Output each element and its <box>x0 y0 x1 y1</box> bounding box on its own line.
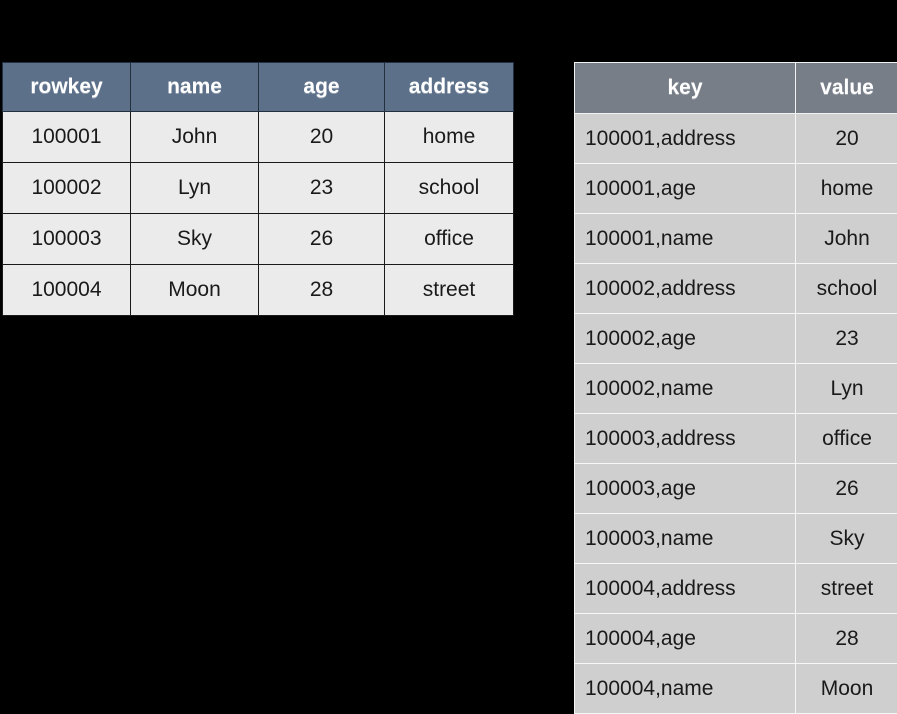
table-row: 100003,age 26 <box>575 464 897 514</box>
table-row: 100003,name Sky <box>575 514 897 564</box>
cell-rowkey: 100004 <box>3 265 131 316</box>
cell-age: 20 <box>259 112 385 163</box>
column-header-value: value <box>796 63 897 114</box>
cell-name: Moon <box>131 265 259 316</box>
cell-value: home <box>796 164 897 214</box>
cell-address: office <box>385 214 514 265</box>
column-header-key: key <box>575 63 796 114</box>
column-header-address: address <box>385 63 514 112</box>
table-row: 100001,age home <box>575 164 897 214</box>
cell-key: 100002,age <box>575 314 796 364</box>
cell-age: 26 <box>259 214 385 265</box>
cell-rowkey: 100003 <box>3 214 131 265</box>
cell-value: 28 <box>796 614 897 664</box>
keyvalue-table-body: 100001,address 20 100001,age home 100001… <box>575 114 897 714</box>
relational-row-table: rowkey name age address 100001 John 20 h… <box>2 62 514 316</box>
cell-key: 100001,age <box>575 164 796 214</box>
keyvalue-table-header: key value <box>575 63 897 114</box>
column-header-rowkey: rowkey <box>3 63 131 112</box>
cell-rowkey: 100002 <box>3 163 131 214</box>
cell-key: 100003,age <box>575 464 796 514</box>
cell-name: Lyn <box>131 163 259 214</box>
cell-key: 100002,name <box>575 364 796 414</box>
relational-table-header: rowkey name age address <box>3 63 514 112</box>
cell-key: 100001,address <box>575 114 796 164</box>
table-row: 100004,age 28 <box>575 614 897 664</box>
table-header-row: rowkey name age address <box>3 63 514 112</box>
cell-value: John <box>796 214 897 264</box>
table-row: 100003 Sky 26 office <box>3 214 514 265</box>
cell-name: John <box>131 112 259 163</box>
table-row: 100004 Moon 28 street <box>3 265 514 316</box>
cell-age: 23 <box>259 163 385 214</box>
cell-value: 20 <box>796 114 897 164</box>
cell-address: home <box>385 112 514 163</box>
cell-name: Sky <box>131 214 259 265</box>
table-row: 100004,address street <box>575 564 897 614</box>
cell-age: 28 <box>259 265 385 316</box>
table-row: 100002,address school <box>575 264 897 314</box>
cell-key: 100004,age <box>575 614 796 664</box>
cell-value: Sky <box>796 514 897 564</box>
column-header-age: age <box>259 63 385 112</box>
cell-key: 100003,name <box>575 514 796 564</box>
cell-value: office <box>796 414 897 464</box>
table-row: 100002,age 23 <box>575 314 897 364</box>
cell-rowkey: 100001 <box>3 112 131 163</box>
table-row: 100002,name Lyn <box>575 364 897 414</box>
cell-value: street <box>796 564 897 614</box>
table-row: 100001,address 20 <box>575 114 897 164</box>
cell-address: school <box>385 163 514 214</box>
cell-value: 26 <box>796 464 897 514</box>
cell-value: Lyn <box>796 364 897 414</box>
cell-value: Moon <box>796 664 897 714</box>
cell-key: 100004,address <box>575 564 796 614</box>
relational-table-body: 100001 John 20 home 100002 Lyn 23 school… <box>3 112 514 316</box>
table-row: 100001 John 20 home <box>3 112 514 163</box>
cell-key: 100001,name <box>575 214 796 264</box>
cell-value: 23 <box>796 314 897 364</box>
table-header-row: key value <box>575 63 897 114</box>
table-row: 100002 Lyn 23 school <box>3 163 514 214</box>
cell-key: 100003,address <box>575 414 796 464</box>
table-row: 100004,name Moon <box>575 664 897 714</box>
cell-key: 100002,address <box>575 264 796 314</box>
cell-address: street <box>385 265 514 316</box>
table-row: 100003,address office <box>575 414 897 464</box>
cell-value: school <box>796 264 897 314</box>
cell-key: 100004,name <box>575 664 796 714</box>
column-header-name: name <box>131 63 259 112</box>
key-value-table: key value 100001,address 20 100001,age h… <box>574 62 897 714</box>
table-row: 100001,name John <box>575 214 897 264</box>
